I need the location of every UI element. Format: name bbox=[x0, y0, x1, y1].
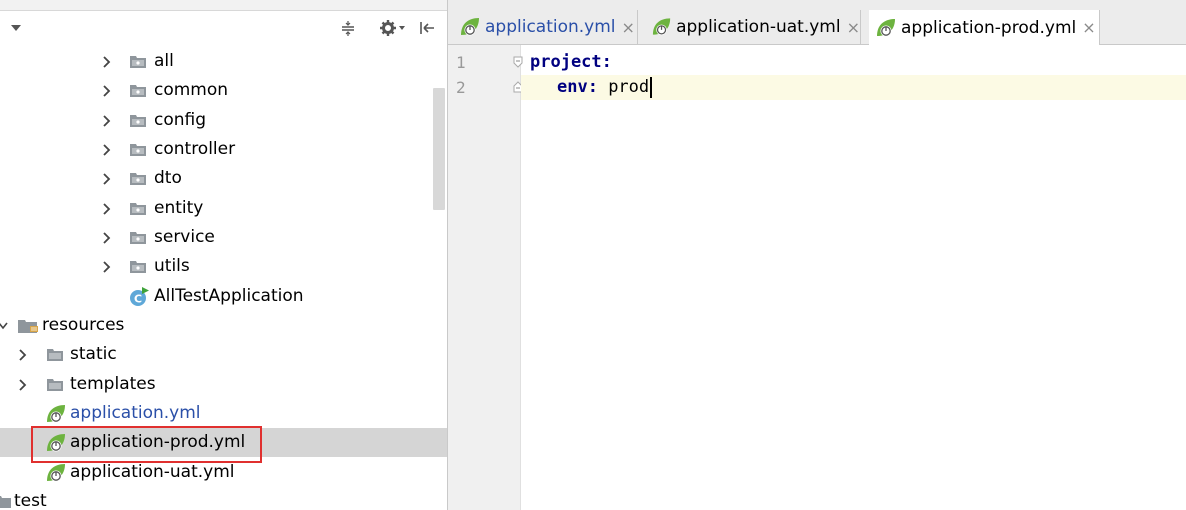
package-folder-icon bbox=[127, 164, 149, 193]
folder-icon bbox=[44, 340, 66, 369]
tree-item-package[interactable]: common bbox=[0, 76, 447, 105]
tree-item-label: templates bbox=[70, 374, 156, 394]
chevron-right-icon[interactable] bbox=[101, 135, 113, 164]
line-number-gutter[interactable]: 1 2 bbox=[448, 45, 523, 510]
chevron-right-icon[interactable] bbox=[101, 223, 113, 252]
close-icon[interactable]: × bbox=[847, 18, 860, 37]
tree-item-label: application.yml bbox=[70, 403, 201, 423]
project-panel: all common config controller dto entity … bbox=[0, 0, 447, 510]
hide-panel-icon[interactable] bbox=[416, 11, 438, 45]
package-folder-icon bbox=[127, 252, 149, 281]
collapse-all-icon[interactable] bbox=[337, 11, 359, 45]
svg-text:C: C bbox=[134, 292, 142, 305]
tree-item-label: controller bbox=[154, 139, 236, 159]
folder-icon bbox=[44, 370, 66, 399]
tree-item-package[interactable]: entity bbox=[0, 194, 447, 223]
tree-item-package[interactable]: dto bbox=[0, 164, 447, 193]
tree-item-folder[interactable]: templates bbox=[0, 370, 447, 399]
tree-item-package[interactable]: controller bbox=[0, 135, 447, 164]
chevron-right-icon[interactable] bbox=[101, 76, 113, 105]
editor-panel: application.yml × application-uat.yml × … bbox=[447, 0, 1186, 510]
tree-item-label: common bbox=[154, 80, 229, 100]
tree-item-label: config bbox=[154, 110, 207, 130]
tree-item-label: static bbox=[70, 344, 117, 364]
spring-yml-icon bbox=[45, 399, 67, 428]
gear-icon[interactable] bbox=[378, 11, 408, 45]
tree-item-test[interactable]: test bbox=[0, 487, 447, 510]
package-folder-icon bbox=[127, 76, 149, 105]
package-folder-icon bbox=[127, 194, 149, 223]
tree-item-label: resources bbox=[42, 315, 125, 335]
tree-item-label: all bbox=[154, 51, 174, 71]
tree-item-label: entity bbox=[154, 198, 204, 218]
tree-item-package[interactable]: service bbox=[0, 223, 447, 252]
package-folder-icon bbox=[127, 47, 149, 76]
tree-item-label: service bbox=[154, 227, 215, 247]
yaml-key: project: bbox=[530, 52, 612, 72]
package-folder-icon bbox=[127, 223, 149, 252]
tree-item-main-class[interactable]: C AllTestApplication bbox=[0, 282, 447, 311]
package-folder-icon bbox=[127, 135, 149, 164]
yaml-value: prod bbox=[597, 77, 650, 97]
line-number: 1 bbox=[456, 53, 466, 72]
tree-item-label: utils bbox=[154, 256, 190, 276]
tree-item-package[interactable]: all bbox=[0, 47, 447, 76]
close-icon[interactable]: × bbox=[622, 18, 635, 37]
chevron-right-icon[interactable] bbox=[101, 164, 113, 193]
tab-application-uat-yml[interactable]: application-uat.yml × bbox=[645, 10, 861, 44]
spring-boot-app-icon: C bbox=[128, 282, 150, 311]
code-line-current: env: prod bbox=[521, 75, 1186, 100]
code-line: project: bbox=[521, 50, 1186, 75]
tree-item-label: AllTestApplication bbox=[154, 286, 304, 306]
tree-item-package[interactable]: config bbox=[0, 106, 447, 135]
yaml-key: env: bbox=[557, 77, 598, 97]
chevron-right-icon[interactable] bbox=[101, 47, 113, 76]
tree-item-package[interactable]: utils bbox=[0, 252, 447, 281]
highlight-annotation-box bbox=[31, 426, 262, 463]
test-folder-icon bbox=[0, 487, 14, 510]
tree-item-file[interactable]: application.yml bbox=[0, 399, 447, 428]
view-dropdown-icon[interactable] bbox=[6, 11, 26, 45]
tree-item-label: dto bbox=[154, 168, 182, 188]
code-editor[interactable]: project: env: prod bbox=[521, 45, 1186, 510]
text-caret bbox=[650, 76, 653, 98]
spring-yml-icon bbox=[652, 18, 671, 36]
package-folder-icon bbox=[127, 106, 149, 135]
breadcrumb-strip bbox=[0, 0, 447, 11]
tree-item-label: test bbox=[14, 491, 47, 510]
project-toolbar bbox=[0, 11, 447, 45]
line-number: 2 bbox=[456, 78, 466, 97]
chevron-right-icon[interactable] bbox=[17, 370, 29, 399]
tree-item-folder[interactable]: static bbox=[0, 340, 447, 369]
resources-folder-icon bbox=[17, 311, 39, 340]
spring-yml-icon bbox=[461, 18, 479, 36]
chevron-right-icon[interactable] bbox=[101, 252, 113, 281]
tab-application-yml[interactable]: application.yml × bbox=[453, 10, 638, 44]
chevron-right-icon[interactable] bbox=[17, 340, 29, 369]
tab-label: application-uat.yml bbox=[676, 17, 841, 37]
tab-label: application.yml bbox=[485, 17, 616, 37]
tab-application-prod-yml[interactable]: application-prod.yml × bbox=[869, 10, 1100, 45]
spring-yml-icon bbox=[877, 18, 895, 36]
tab-label: application-prod.yml bbox=[901, 17, 1077, 38]
editor-tab-bar: application.yml × application-uat.yml × … bbox=[448, 0, 1186, 45]
chevron-right-icon[interactable] bbox=[101, 106, 113, 135]
chevron-right-icon[interactable] bbox=[101, 194, 113, 223]
chevron-down-icon[interactable] bbox=[0, 311, 9, 340]
close-icon[interactable]: × bbox=[1082, 18, 1095, 37]
tree-item-resources[interactable]: resources bbox=[0, 311, 447, 340]
